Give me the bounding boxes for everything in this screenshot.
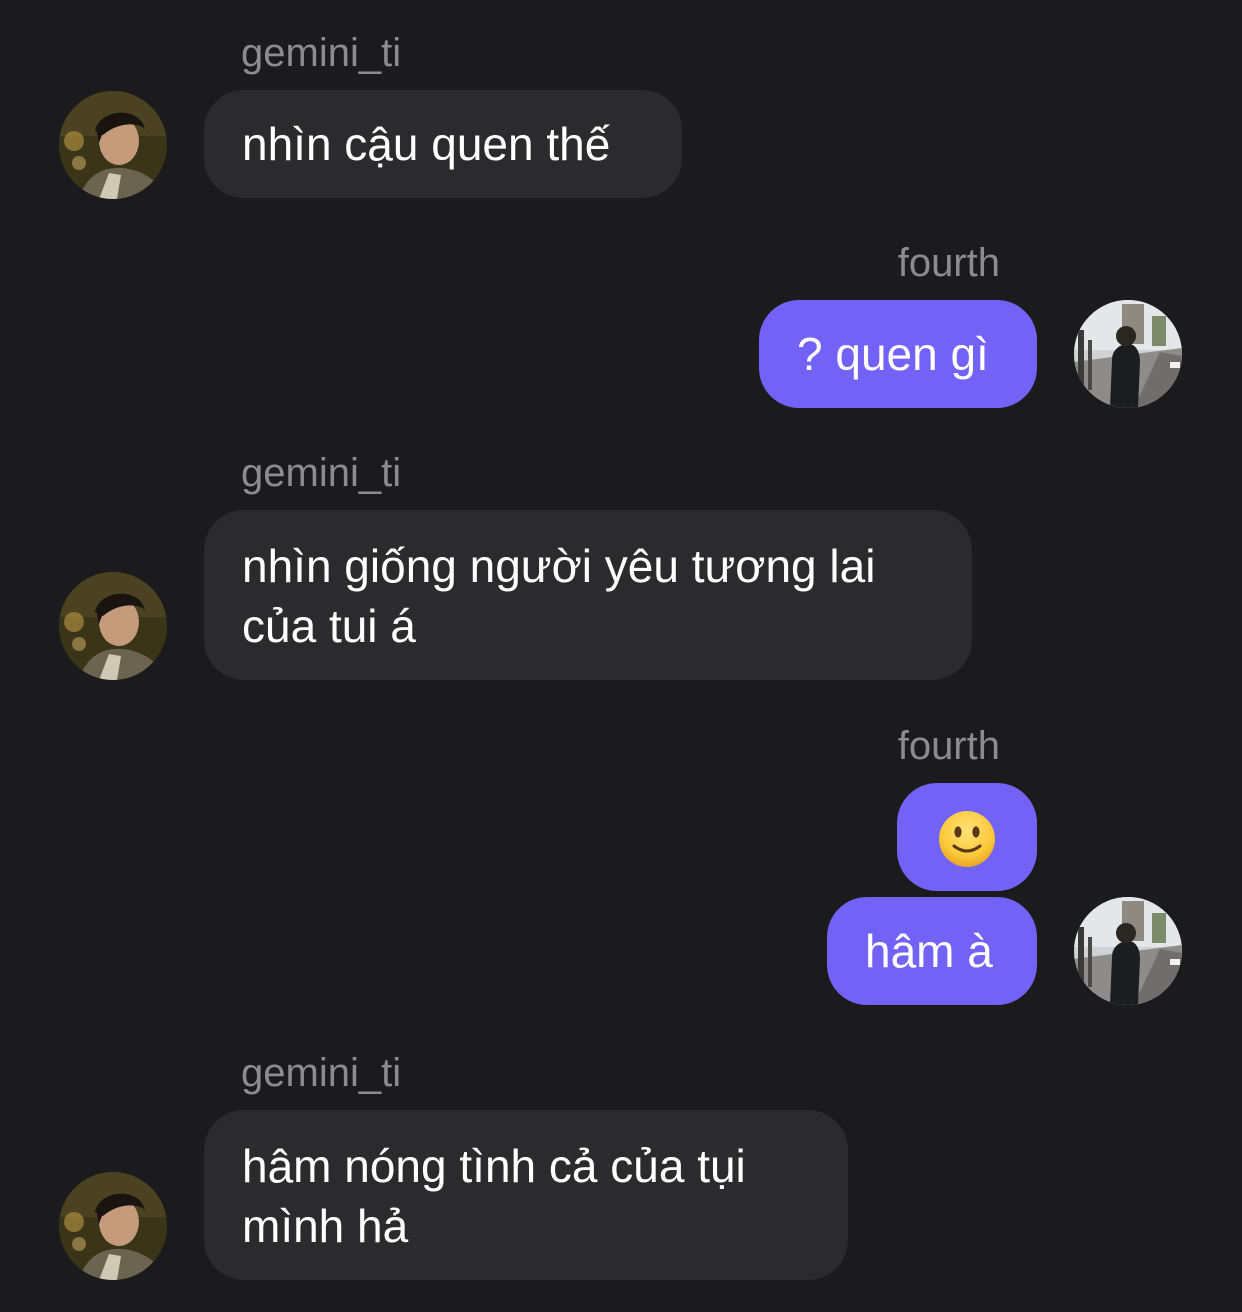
avatar-image (1074, 300, 1182, 408)
sender-name: gemini_ti (241, 1051, 402, 1095)
avatar-gemini-ti[interactable] (59, 91, 167, 199)
sender-name: fourth (897, 724, 1000, 768)
message-bubble-incoming[interactable]: hâm nóng tình cả của tụi mình hả (204, 1110, 848, 1280)
avatar-image (59, 572, 167, 680)
avatar-image (59, 91, 167, 199)
avatar-image (59, 1172, 167, 1280)
avatar-image (1074, 897, 1182, 1005)
message-text-line: mình hả (242, 1200, 409, 1252)
message-bubble-outgoing[interactable]: hâm à (827, 897, 1037, 1005)
avatar-gemini-ti[interactable] (59, 572, 167, 680)
message-bubble-incoming[interactable]: nhìn giống người yêu tương lai của tui á (204, 510, 972, 680)
avatar-fourth[interactable] (1074, 897, 1182, 1005)
message-text: ? quen gì (797, 328, 989, 380)
message-text: hâm à (865, 925, 993, 977)
message-bubble-outgoing-emoji[interactable] (897, 783, 1037, 891)
slightly-smiling-face-icon (938, 810, 996, 868)
message-text-line: của tui á (242, 600, 416, 652)
avatar-fourth[interactable] (1074, 300, 1182, 408)
sender-name: gemini_ti (241, 31, 402, 75)
message-bubble-outgoing[interactable]: ? quen gì (759, 300, 1037, 408)
sender-name: fourth (897, 241, 1000, 285)
sender-name: gemini_ti (241, 451, 402, 495)
avatar-gemini-ti[interactable] (59, 1172, 167, 1280)
message-text: nhìn cậu quen thế (242, 118, 611, 170)
message-text-line: hâm nóng tình cả của tụi (242, 1140, 746, 1192)
message-bubble-incoming[interactable]: nhìn cậu quen thế (204, 90, 682, 198)
message-text-line: nhìn giống người yêu tương lai (242, 540, 876, 592)
